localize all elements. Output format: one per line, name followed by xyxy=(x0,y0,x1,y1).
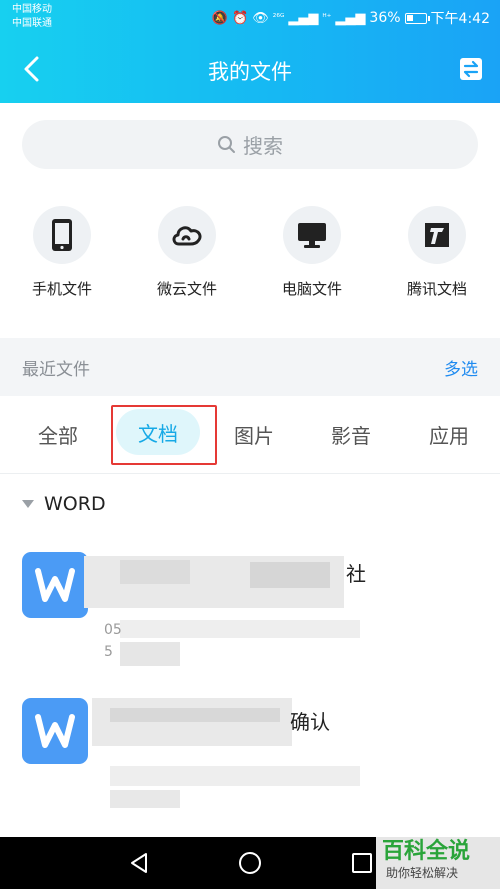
search-icon xyxy=(218,135,235,153)
blur-block xyxy=(120,560,190,584)
section-title: WORD xyxy=(44,493,106,515)
quick-access: 手机文件 微云文件 电脑文件 腾讯文档 xyxy=(0,206,500,306)
tab-apps[interactable]: 应用 xyxy=(429,420,469,449)
quick-weiyun-files[interactable]: 微云文件 xyxy=(137,206,237,299)
multi-select-button[interactable]: 多选 xyxy=(444,355,478,380)
sort-transfer-icon[interactable] xyxy=(458,56,484,82)
alarm-icon: ⏰ xyxy=(232,10,249,26)
watermark: 百科全说 助你轻松解决 xyxy=(376,831,500,889)
blur-block xyxy=(250,562,330,588)
quick-label: 手机文件 xyxy=(31,280,92,298)
header-bar: 中国移动 中国联通 🔕 ⏰ 👁 ²⁶ᴳ ▂▄▆ ᴴ⁺ ▂▄▆ 36% 下午4:4… xyxy=(0,0,500,103)
monitor-icon xyxy=(283,206,341,264)
tab-all[interactable]: 全部 xyxy=(38,420,78,449)
clock: 下午4:42 xyxy=(430,11,490,27)
tab-images[interactable]: 图片 xyxy=(234,420,274,449)
blurred-filename xyxy=(92,698,292,746)
nav-bar: 我的文件 xyxy=(0,36,500,103)
quick-label: 微云文件 xyxy=(156,280,217,298)
home-circle-icon[interactable] xyxy=(238,851,262,875)
quick-tencent-docs[interactable]: 腾讯文档 xyxy=(387,206,487,299)
word-doc-icon xyxy=(22,698,88,764)
file-type-tabs: 全部 文档 图片 影音 应用 xyxy=(0,396,500,474)
recent-files-header: 最近文件 多选 xyxy=(0,338,500,396)
blurred-meta xyxy=(110,766,360,786)
collapse-triangle-icon xyxy=(22,500,34,508)
quick-label: 电脑文件 xyxy=(281,280,342,298)
quick-pc-files[interactable]: 电脑文件 xyxy=(262,206,362,299)
watermark-title: 百科全说 xyxy=(382,839,471,864)
file-item[interactable]: 社 05 5 xyxy=(0,540,500,680)
highlight-box xyxy=(111,405,217,465)
file-name-visible: 社 xyxy=(346,562,366,586)
tab-media[interactable]: 影音 xyxy=(331,420,371,449)
recents-square-icon[interactable] xyxy=(350,851,374,875)
blur-block xyxy=(110,708,280,722)
cloud-icon xyxy=(158,206,216,264)
battery-percent: 36% xyxy=(369,10,401,26)
recent-files-label: 最近文件 xyxy=(22,360,90,380)
tencent-docs-icon xyxy=(408,206,466,264)
carrier-1: 中国移动 xyxy=(12,4,52,15)
word-doc-icon xyxy=(22,552,88,618)
blurred-meta xyxy=(110,790,180,808)
blurred-meta xyxy=(120,642,180,666)
file-item[interactable]: 确认 xyxy=(0,686,500,826)
battery-level xyxy=(406,14,413,21)
page-title: 我的文件 xyxy=(208,60,292,84)
status-icons: 🔕 ⏰ 👁 ²⁶ᴳ ▂▄▆ ᴴ⁺ ▂▄▆ 36% 下午4:42 xyxy=(212,8,490,28)
back-triangle-icon[interactable] xyxy=(127,851,151,875)
phone-icon xyxy=(33,206,91,264)
network-2g-label: ²⁶ᴳ xyxy=(272,13,285,23)
watermark-subtitle: 助你轻松解决 xyxy=(386,866,459,880)
word-section-header[interactable]: WORD xyxy=(22,493,106,515)
search-bar[interactable]: 搜索 xyxy=(22,120,478,169)
signal-icon: ▂▄▆ xyxy=(288,10,319,26)
carrier-2: 中国联通 xyxy=(12,18,52,29)
network-hplus-label: ᴴ⁺ xyxy=(322,13,332,23)
status-bar: 中国移动 中国联通 🔕 ⏰ 👁 ²⁶ᴳ ▂▄▆ ᴴ⁺ ▂▄▆ 36% 下午4:4… xyxy=(0,0,500,36)
carrier-info: 中国移动 中国联通 xyxy=(12,3,52,31)
file-name-visible: 确认 xyxy=(290,710,330,734)
signal-icon-2: ▂▄▆ xyxy=(335,10,366,26)
search-placeholder: 搜索 xyxy=(243,134,283,158)
battery-icon xyxy=(404,12,430,24)
quick-label: 腾讯文档 xyxy=(406,280,467,298)
mute-icon: 🔕 xyxy=(211,10,229,26)
eye-icon: 👁 xyxy=(252,10,269,26)
file-meta-1: 05 xyxy=(104,622,122,638)
blurred-meta xyxy=(120,620,360,638)
quick-phone-files[interactable]: 手机文件 xyxy=(12,206,112,299)
file-meta-2: 5 xyxy=(104,644,113,660)
screen: 中国移动 中国联通 🔕 ⏰ 👁 ²⁶ᴳ ▂▄▆ ᴴ⁺ ▂▄▆ 36% 下午4:4… xyxy=(0,0,500,889)
